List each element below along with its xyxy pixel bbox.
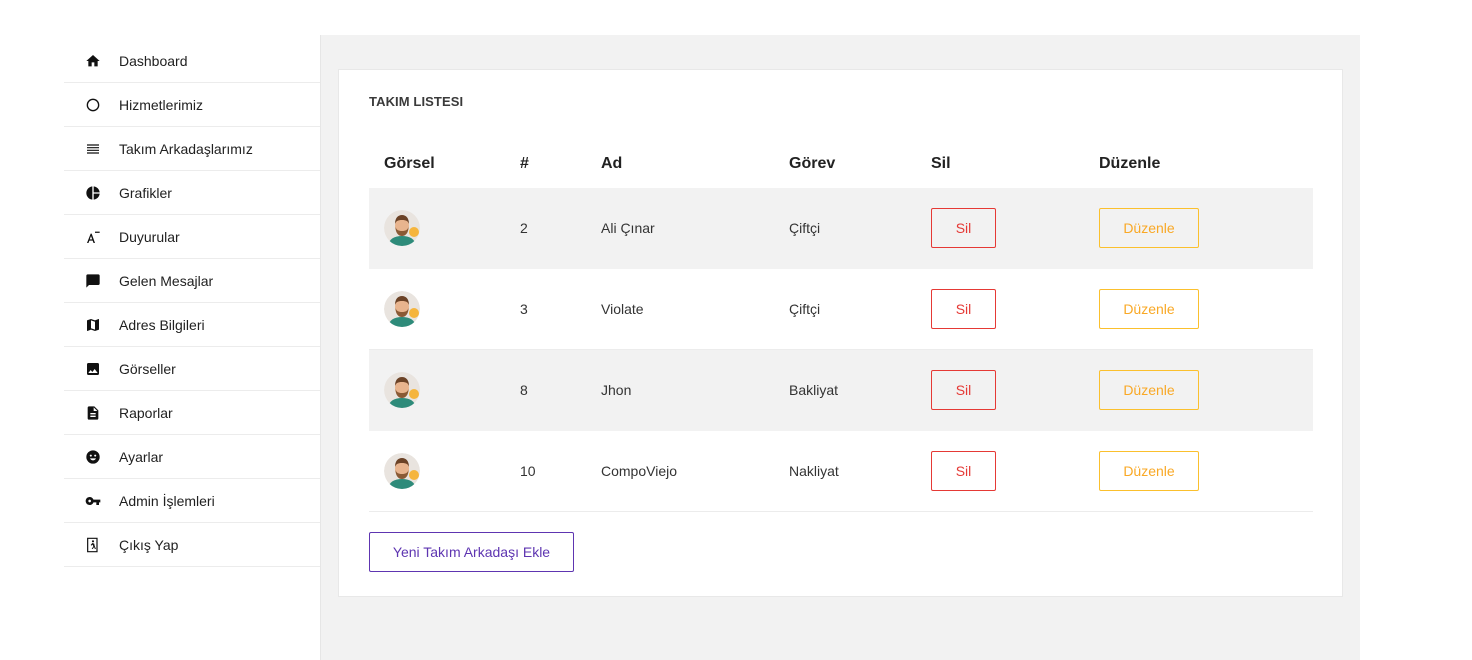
edit-cell: Düzenle	[1099, 289, 1313, 329]
header-image: Görsel	[384, 155, 435, 172]
sidebar-item-label: Grafikler	[119, 184, 172, 201]
sidebar-item-dashboard[interactable]: Dashboard	[64, 39, 320, 83]
row-name: CompoViejo	[601, 463, 678, 479]
delete-cell: Sil	[931, 451, 1099, 491]
row-role: Çiftçi	[789, 301, 821, 317]
sidebar-item-label: Dashboard	[119, 52, 188, 69]
list-icon	[84, 140, 102, 158]
row-role: Nakliyat	[789, 463, 839, 479]
delete-button[interactable]: Sil	[931, 451, 996, 491]
delete-button[interactable]: Sil	[931, 208, 996, 248]
sidebar-item-takim-arkadaslarimiz[interactable]: Takım Arkadaşlarımız	[64, 127, 320, 171]
team-table: Görsel # Ad Görev Sil Düzenle 2 Ali Çına…	[369, 140, 1313, 512]
edit-button[interactable]: Düzenle	[1099, 208, 1199, 248]
sidebar-item-label: Raporlar	[119, 404, 173, 421]
pie-chart-icon	[84, 184, 102, 202]
avatar-cell	[369, 291, 520, 327]
edit-button[interactable]: Düzenle	[1099, 370, 1199, 410]
avatar-cell	[369, 372, 520, 408]
sidebar-item-grafikler[interactable]: Grafikler	[64, 171, 320, 215]
add-team-member-button[interactable]: Yeni Takım Arkadaşı Ekle	[369, 532, 574, 572]
sidebar-item-label: Takım Arkadaşlarımız	[119, 140, 253, 157]
avatar-cell	[369, 453, 520, 489]
sidebar-item-raporlar[interactable]: Raporlar	[64, 391, 320, 435]
map-icon	[84, 316, 102, 334]
circle-icon	[84, 96, 102, 114]
face-icon	[84, 448, 102, 466]
row-name: Ali Çınar	[601, 220, 655, 236]
sidebar-item-label: Admin İşlemleri	[119, 492, 215, 509]
delete-cell: Sil	[931, 370, 1099, 410]
header-role: Görev	[789, 155, 836, 172]
header-number: #	[520, 155, 529, 172]
sidebar-item-label: Görseller	[119, 360, 176, 377]
sidebar: Dashboard Hizmetlerimiz Takım Arkadaşlar…	[64, 39, 320, 567]
key-icon	[84, 492, 102, 510]
sidebar-item-gelen-mesajlar[interactable]: Gelen Mesajlar	[64, 259, 320, 303]
sidebar-item-label: Çıkış Yap	[119, 536, 179, 553]
edit-button[interactable]: Düzenle	[1099, 451, 1199, 491]
avatar	[384, 453, 420, 489]
main-content: TAKIM LISTESI Görsel # Ad Görev Sil Düze…	[320, 35, 1360, 660]
sidebar-item-label: Hizmetlerimiz	[119, 96, 203, 113]
sidebar-item-duyurular[interactable]: Duyurular	[64, 215, 320, 259]
edit-button[interactable]: Düzenle	[1099, 289, 1199, 329]
team-list-card: TAKIM LISTESI Görsel # Ad Görev Sil Düze…	[338, 69, 1343, 597]
sidebar-item-ayarlar[interactable]: Ayarlar	[64, 435, 320, 479]
home-icon	[84, 52, 102, 70]
sidebar-item-label: Adres Bilgileri	[119, 316, 205, 333]
header-name: Ad	[601, 155, 623, 172]
edit-cell: Düzenle	[1099, 370, 1313, 410]
row-number: 10	[520, 463, 536, 479]
row-number: 2	[520, 220, 528, 236]
avatar-cell	[369, 210, 520, 246]
row-number: 3	[520, 301, 528, 317]
card-title: TAKIM LISTESI	[369, 94, 464, 109]
sidebar-item-hizmetlerimiz[interactable]: Hizmetlerimiz	[64, 83, 320, 127]
table-row: 2 Ali Çınar Çiftçi Sil Düzenle	[369, 188, 1313, 269]
document-icon	[84, 404, 102, 422]
table-row: 3 Violate Çiftçi Sil Düzenle	[369, 269, 1313, 350]
row-role: Çiftçi	[789, 220, 821, 236]
sidebar-item-cikis-yap[interactable]: Çıkış Yap	[64, 523, 320, 567]
row-role: Bakliyat	[789, 382, 839, 398]
row-name: Violate	[601, 301, 644, 317]
table-header: Görsel # Ad Görev Sil Düzenle	[369, 140, 1313, 188]
avatar	[384, 372, 420, 408]
table-row: 8 Jhon Bakliyat Sil Düzenle	[369, 350, 1313, 431]
text-format-icon	[84, 228, 102, 246]
row-name: Jhon	[601, 382, 632, 398]
row-number: 8	[520, 382, 528, 398]
header-edit: Düzenle	[1099, 155, 1161, 172]
message-icon	[84, 272, 102, 290]
delete-cell: Sil	[931, 289, 1099, 329]
avatar	[384, 291, 420, 327]
avatar	[384, 210, 420, 246]
header-delete: Sil	[931, 155, 951, 172]
sidebar-item-adres-bilgileri[interactable]: Adres Bilgileri	[64, 303, 320, 347]
delete-button[interactable]: Sil	[931, 289, 996, 329]
edit-cell: Düzenle	[1099, 451, 1313, 491]
sidebar-item-gorseller[interactable]: Görseller	[64, 347, 320, 391]
sidebar-item-label: Ayarlar	[119, 448, 164, 465]
sidebar-item-label: Gelen Mesajlar	[119, 272, 214, 289]
edit-cell: Düzenle	[1099, 208, 1313, 248]
delete-cell: Sil	[931, 208, 1099, 248]
delete-button[interactable]: Sil	[931, 370, 996, 410]
sidebar-item-label: Duyurular	[119, 228, 180, 245]
table-row: 10 CompoViejo Nakliyat Sil Düzenle	[369, 431, 1313, 512]
exit-icon	[84, 536, 102, 554]
sidebar-item-admin-islemleri[interactable]: Admin İşlemleri	[64, 479, 320, 523]
image-icon	[84, 360, 102, 378]
